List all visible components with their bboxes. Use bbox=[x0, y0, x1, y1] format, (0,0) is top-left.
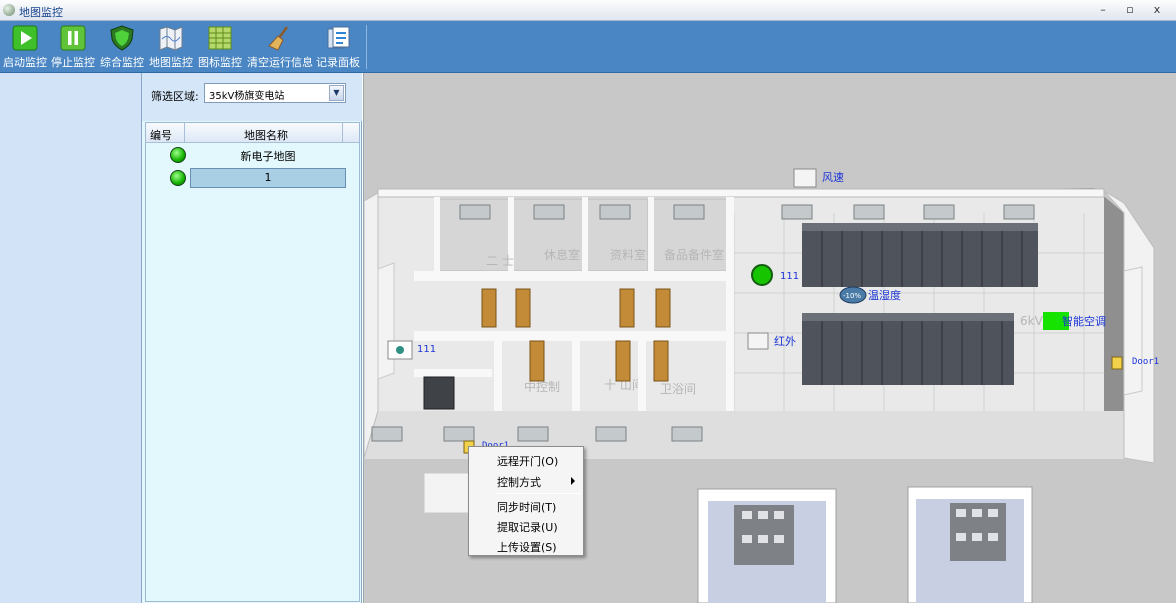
app-icon bbox=[3, 4, 15, 16]
clear-log-label: 清空运行信息 bbox=[247, 56, 313, 69]
device-context-menu: 远程开门(O) 控制方式 同步时间(T) 提取记录(U) 上传设置(S) bbox=[468, 446, 584, 556]
map-monitor-label: 地图监控 bbox=[149, 56, 193, 69]
online-status-icon bbox=[170, 170, 186, 186]
room-label: 卫浴间 bbox=[660, 382, 696, 396]
column-header-number[interactable]: 编号 bbox=[150, 127, 172, 143]
column-divider bbox=[184, 123, 185, 143]
stop-monitor-button[interactable]: 停止监控 bbox=[51, 23, 95, 71]
control-mode-menu-item[interactable]: 控制方式 bbox=[497, 474, 541, 490]
minimize-button[interactable]: – bbox=[1092, 2, 1114, 18]
main-door bbox=[423, 376, 455, 410]
device-label: Door1 bbox=[1132, 357, 1159, 367]
online-status-icon bbox=[170, 147, 186, 163]
icon-monitor-button[interactable]: 图标监控 bbox=[198, 23, 242, 71]
title-bar: 地图监控 – ▫ x bbox=[0, 0, 1176, 21]
shield-icon bbox=[109, 25, 135, 51]
sync-time-menu-item[interactable]: 同步时间(T) bbox=[497, 499, 556, 515]
area-filter-value: 35kV杨旗变电站 bbox=[209, 91, 285, 102]
grid-icon bbox=[207, 25, 233, 51]
wind-sensor-icon bbox=[793, 168, 817, 188]
close-button[interactable]: x bbox=[1146, 2, 1168, 18]
comprehensive-monitor-label: 综合监控 bbox=[100, 56, 144, 69]
room-label: 二 士 bbox=[486, 254, 514, 268]
grid-header: 编号 地图名称 bbox=[146, 123, 359, 143]
column-divider bbox=[342, 123, 343, 143]
map-name-cell: 新电子地图 bbox=[240, 150, 296, 163]
table-row[interactable]: 新电子地图 bbox=[146, 144, 359, 166]
status-indicator-icon bbox=[751, 264, 773, 286]
toolbar-separator bbox=[366, 25, 367, 69]
upload-settings-menu-item[interactable]: 上传设置(S) bbox=[497, 539, 557, 555]
area-filter-select[interactable]: 35kV杨旗变电站 ▼ bbox=[204, 83, 346, 103]
room-label: 休息室 bbox=[544, 247, 580, 262]
map-monitor-button[interactable]: 地图监控 bbox=[149, 23, 193, 71]
map-icon bbox=[158, 25, 184, 51]
device-label: 红外 bbox=[774, 335, 796, 348]
room-label: 6kV bbox=[1020, 314, 1044, 328]
device-label: 风速 bbox=[822, 171, 844, 184]
record-panel-button[interactable]: 记录面板 bbox=[316, 23, 360, 71]
filter-bar: 筛选区域: 35kV杨旗变电站 ▼ bbox=[142, 73, 362, 121]
left-navigation-strip bbox=[0, 73, 142, 603]
play-icon bbox=[12, 25, 38, 51]
device-label: 111 bbox=[780, 271, 799, 282]
toolbar: 启动监控 停止监控 综合监控 地图监控 图标监控 清空运行信息 记录面板 bbox=[0, 21, 1176, 73]
window-title: 地图监控 bbox=[19, 6, 63, 19]
chevron-down-icon[interactable]: ▼ bbox=[329, 85, 344, 101]
restore-button[interactable]: ▫ bbox=[1119, 2, 1141, 18]
icon-monitor-label: 图标监控 bbox=[198, 56, 242, 69]
broom-icon bbox=[266, 25, 292, 51]
comprehensive-monitor-button[interactable]: 综合监控 bbox=[100, 23, 144, 71]
room-label: 资料室 bbox=[610, 247, 646, 262]
infrared-sensor-icon bbox=[747, 332, 769, 350]
start-monitor-button[interactable]: 启动监控 bbox=[3, 23, 47, 71]
table-row[interactable]: 1 bbox=[146, 167, 359, 189]
extract-records-menu-item[interactable]: 提取记录(U) bbox=[497, 519, 558, 535]
menu-separator bbox=[495, 493, 581, 494]
map-name-cell: 1 bbox=[190, 168, 346, 188]
device-label: 111 bbox=[417, 344, 436, 355]
humidity-badge: -10% bbox=[843, 292, 861, 300]
record-panel-icon bbox=[325, 25, 351, 51]
clear-log-button[interactable]: 清空运行信息 bbox=[247, 23, 313, 71]
column-header-map-name[interactable]: 地图名称 bbox=[244, 127, 288, 143]
map-list-grid: 编号 地图名称 新电子地图 1 bbox=[145, 122, 360, 602]
filter-label: 筛选区域: bbox=[151, 90, 199, 103]
pause-icon bbox=[60, 25, 86, 51]
record-panel-label: 记录面板 bbox=[316, 56, 360, 69]
device-label: 智能空调 bbox=[1062, 314, 1106, 328]
door-lock-icon bbox=[1111, 356, 1123, 370]
start-monitor-label: 启动监控 bbox=[3, 56, 47, 69]
room-label: 备品备件室 bbox=[664, 247, 724, 262]
map-list-panel: 筛选区域: 35kV杨旗变电站 ▼ 编号 地图名称 新电子地图 1 bbox=[142, 73, 362, 603]
device-label: 温湿度 bbox=[868, 288, 901, 302]
stop-monitor-label: 停止监控 bbox=[51, 56, 95, 69]
remote-open-door-menu-item[interactable]: 远程开门(O) bbox=[497, 453, 558, 469]
submenu-arrow-icon bbox=[571, 477, 575, 485]
